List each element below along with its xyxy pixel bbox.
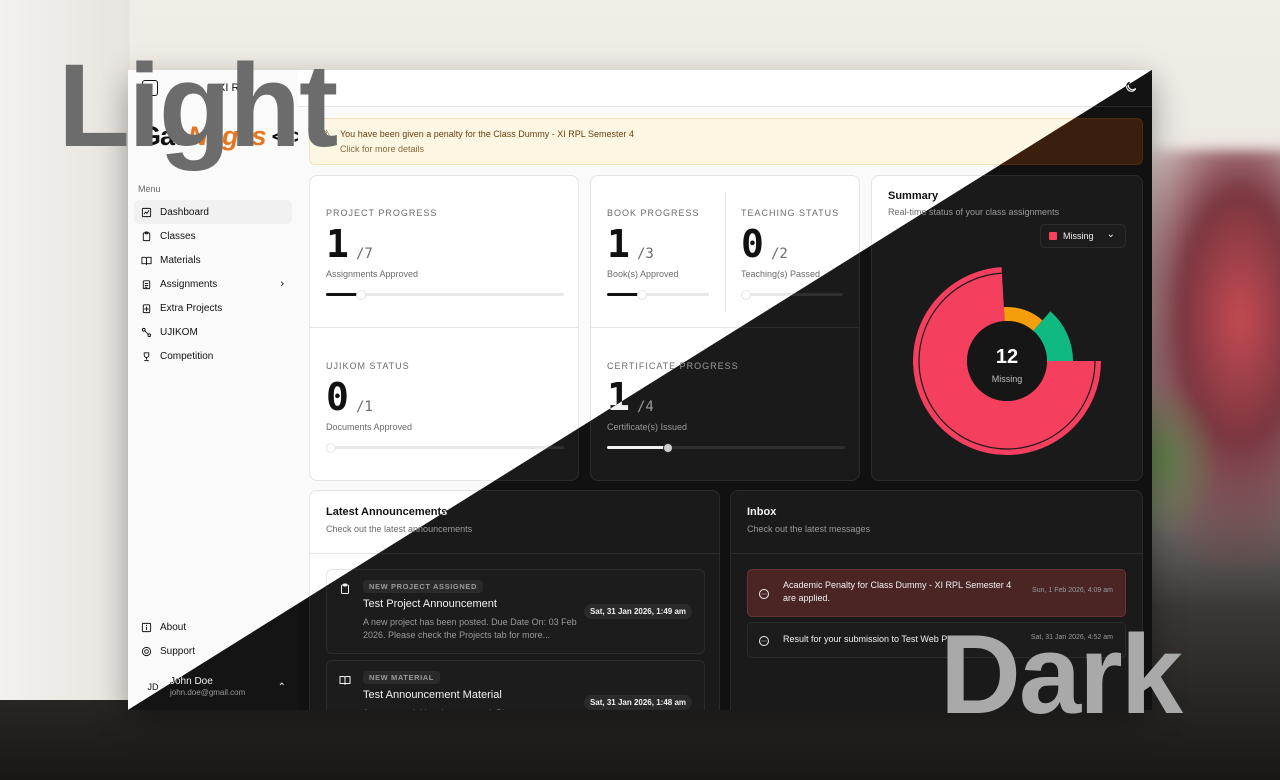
book-total: /3 <box>637 246 654 262</box>
sidebar-item-ujikom[interactable]: UJIKOM <box>134 320 292 344</box>
top-bar <box>298 70 1152 107</box>
project-ujikom-card: PROJECT PROGRESS 1 /7 Assignments Approv… <box>309 175 579 481</box>
message-icon <box>758 587 770 599</box>
clipboard-list-icon <box>140 278 153 291</box>
announcement-item[interactable]: NEW MATERIAL Test Announcement Material … <box>326 660 705 710</box>
project-sub: Assignments Approved <box>326 269 419 279</box>
certificate-total: /4 <box>637 399 654 415</box>
book-icon <box>339 673 351 685</box>
user-name: John Doe <box>170 676 213 687</box>
ujikom-sub: Documents Approved <box>326 422 413 432</box>
card-divider <box>310 327 578 328</box>
book-label: BOOK PROGRESS <box>607 208 700 218</box>
book-value: 1 <box>607 222 630 266</box>
announcement-item[interactable]: NEW PROJECT ASSIGNED Test Project Announ… <box>326 569 705 654</box>
banner-title: You have been given a penalty for the Cl… <box>340 129 634 139</box>
info-icon <box>140 621 153 634</box>
book-progress-bar <box>607 290 709 300</box>
sidebar-item-label: Materials <box>160 254 201 266</box>
inbox-subtitle: Check out the latest messages <box>747 524 871 534</box>
light-label: Light <box>58 40 338 172</box>
teaching-value: 0 <box>741 222 764 266</box>
sidebar-item-label: Competition <box>160 350 214 362</box>
ujikom-label: UJIKOM STATUS <box>326 361 410 371</box>
ujikom-total: /1 <box>356 399 373 415</box>
dark-label: Dark <box>940 612 1183 737</box>
chevron-right-icon: › <box>280 278 284 290</box>
sidebar-item-label: UJIKOM <box>160 326 198 338</box>
sidebar-item-label: Assignments <box>160 278 218 290</box>
announcement-desc: A new project has been posted. Due Date … <box>363 617 577 640</box>
summary-donut-chart <box>913 267 1101 455</box>
trophy-icon <box>140 350 153 363</box>
sidebar-item-extra-projects[interactable]: Extra Projects <box>134 296 292 320</box>
sidebar-item-label: About <box>160 621 187 633</box>
card-divider <box>731 553 1142 554</box>
announcement-date: Sat, 31 Jan 2026, 1:48 am <box>583 695 692 710</box>
clipboard-icon <box>140 230 153 243</box>
project-label: PROJECT PROGRESS <box>326 208 438 218</box>
certificate-sub: Certificate(s) Issued <box>607 422 688 432</box>
sidebar-item-materials[interactable]: Materials <box>134 248 292 272</box>
teaching-total: /2 <box>771 246 788 262</box>
summary-card: Summary Real-time status of your class a… <box>871 175 1143 481</box>
announcement-badge: NEW PROJECT ASSIGNED <box>363 580 483 593</box>
announcement-desc: A new material has been posted. Please..… <box>363 707 583 710</box>
donut-center-value: 12 <box>995 346 1019 368</box>
clipboard-icon <box>339 582 351 594</box>
book-icon <box>140 254 153 267</box>
banner-subtitle: Click for more details <box>340 144 425 154</box>
lifebuoy-icon <box>140 645 153 658</box>
sidebar-item-assignments[interactable]: Assignments › <box>134 272 292 296</box>
donut-center-label: Missing <box>991 374 1023 384</box>
book-sub: Book(s) Approved <box>607 269 679 279</box>
announcement-title: Test Project Announcement <box>363 598 497 610</box>
user-email: john.doe@gmail.com <box>170 688 246 697</box>
announcement-date: Sat, 31 Jan 2026, 1:49 am <box>583 604 692 619</box>
ujikom-value: 0 <box>326 375 349 419</box>
inbox-title: Inbox <box>747 506 777 518</box>
clipboard-plus-icon <box>140 302 153 315</box>
sidebar-item-label: Support <box>160 645 196 657</box>
certificate-progress-bar <box>607 443 845 453</box>
nav-list: Dashboard Classes Materials Assignments › Ext… <box>128 200 298 368</box>
dashboard-icon <box>140 206 153 219</box>
sidebar-item-competition[interactable]: Competition <box>134 344 292 368</box>
message-icon <box>758 634 770 646</box>
message-text: Academic Penalty for Class Dummy - XI RP… <box>783 580 1012 603</box>
sidebar-item-dashboard[interactable]: Dashboard <box>134 200 292 224</box>
sidebar-item-label: Extra Projects <box>160 302 223 314</box>
vertical-divider <box>725 192 726 312</box>
sidebar-item-label: Dashboard <box>160 206 209 218</box>
project-progress-bar <box>326 290 564 300</box>
project-value: 1 <box>326 222 349 266</box>
message-date: Sun, 1 Feb 2026, 4:09 am <box>1032 587 1113 594</box>
announcement-title: Test Announcement Material <box>363 689 502 701</box>
project-total: /7 <box>356 246 373 262</box>
sidebar-item-classes[interactable]: Classes <box>134 224 292 248</box>
announcement-badge: NEW MATERIAL <box>363 671 440 684</box>
chevron-up-down-icon: ⌃ <box>277 681 286 693</box>
ujikom-progress-bar <box>326 443 564 453</box>
teaching-label: TEACHING STATUS <box>741 208 840 218</box>
user-info: John Doe john.doe@gmail.com <box>170 676 245 698</box>
teaching-sub: Teaching(s) Passed <box>741 269 821 279</box>
sidebar-item-label: Classes <box>160 230 196 242</box>
announcements-title: Latest Announcements <box>326 506 448 518</box>
network-icon <box>140 326 153 339</box>
